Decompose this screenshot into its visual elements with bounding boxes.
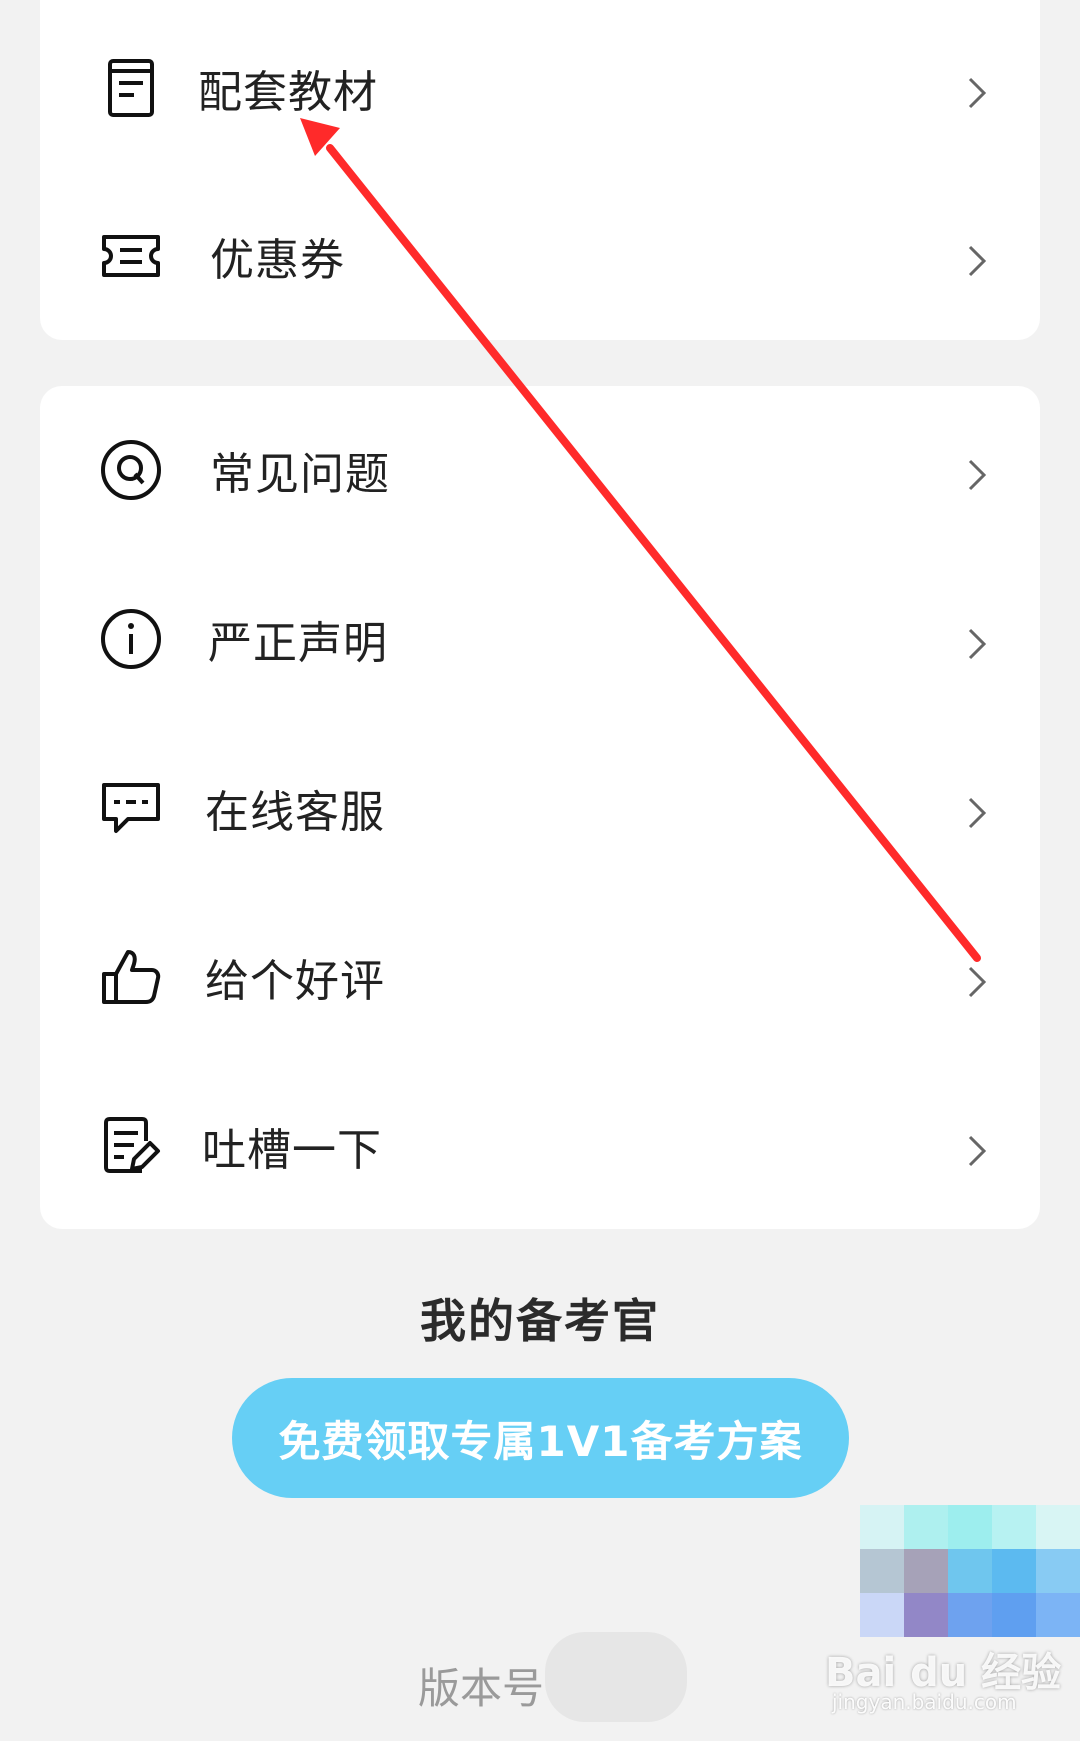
- chevron-right-icon: [962, 241, 992, 277]
- thumbs-up-icon: [95, 941, 167, 1013]
- version-value-redacted: [545, 1632, 687, 1722]
- menu-item-rate-us[interactable]: 给个好评: [40, 917, 1040, 1037]
- menu-item-label: 严正声明: [208, 618, 388, 669]
- feedback-icon: [95, 1110, 167, 1182]
- menu-card-top: 配套教材 优惠券: [40, 0, 1040, 340]
- chevron-right-icon: [962, 1131, 992, 1167]
- menu-item-textbook[interactable]: 配套教材: [40, 28, 1040, 148]
- menu-item-faq[interactable]: 常见问题: [40, 410, 1040, 530]
- chat-icon: [95, 772, 167, 844]
- menu-item-online-service[interactable]: 在线客服: [40, 748, 1040, 868]
- menu-item-label: 常见问题: [210, 449, 390, 500]
- faq-icon: [95, 434, 167, 506]
- menu-item-label: 优惠券: [210, 235, 345, 286]
- chevron-right-icon: [962, 962, 992, 998]
- menu-card-bottom: 常见问题 严正声明 在线客服 给个好评 吐槽一下: [40, 386, 1040, 1229]
- coupon-icon: [95, 220, 167, 292]
- menu-item-feedback[interactable]: 吐槽一下: [40, 1086, 1040, 1206]
- menu-item-label: 配套教材: [198, 67, 378, 118]
- advisor-title: 我的备考官: [420, 1294, 660, 1348]
- chevron-right-icon: [962, 455, 992, 491]
- chevron-right-icon: [962, 624, 992, 660]
- menu-item-statement[interactable]: 严正声明: [40, 579, 1040, 699]
- version-label: 版本号: [418, 1664, 545, 1713]
- free-plan-button[interactable]: 免费领取专属1V1备考方案: [232, 1378, 849, 1498]
- menu-item-label: 在线客服: [205, 787, 385, 838]
- textbook-icon: [95, 52, 167, 124]
- menu-item-label: 吐槽一下: [202, 1125, 382, 1176]
- watermark-url: jingyan.baidu.com: [832, 1690, 1017, 1714]
- info-icon: [95, 603, 167, 675]
- pixelated-overlay: [860, 1505, 1080, 1637]
- menu-item-label: 给个好评: [205, 956, 385, 1007]
- chevron-right-icon: [962, 793, 992, 829]
- chevron-right-icon: [962, 73, 992, 109]
- menu-item-coupon[interactable]: 优惠券: [40, 196, 1040, 316]
